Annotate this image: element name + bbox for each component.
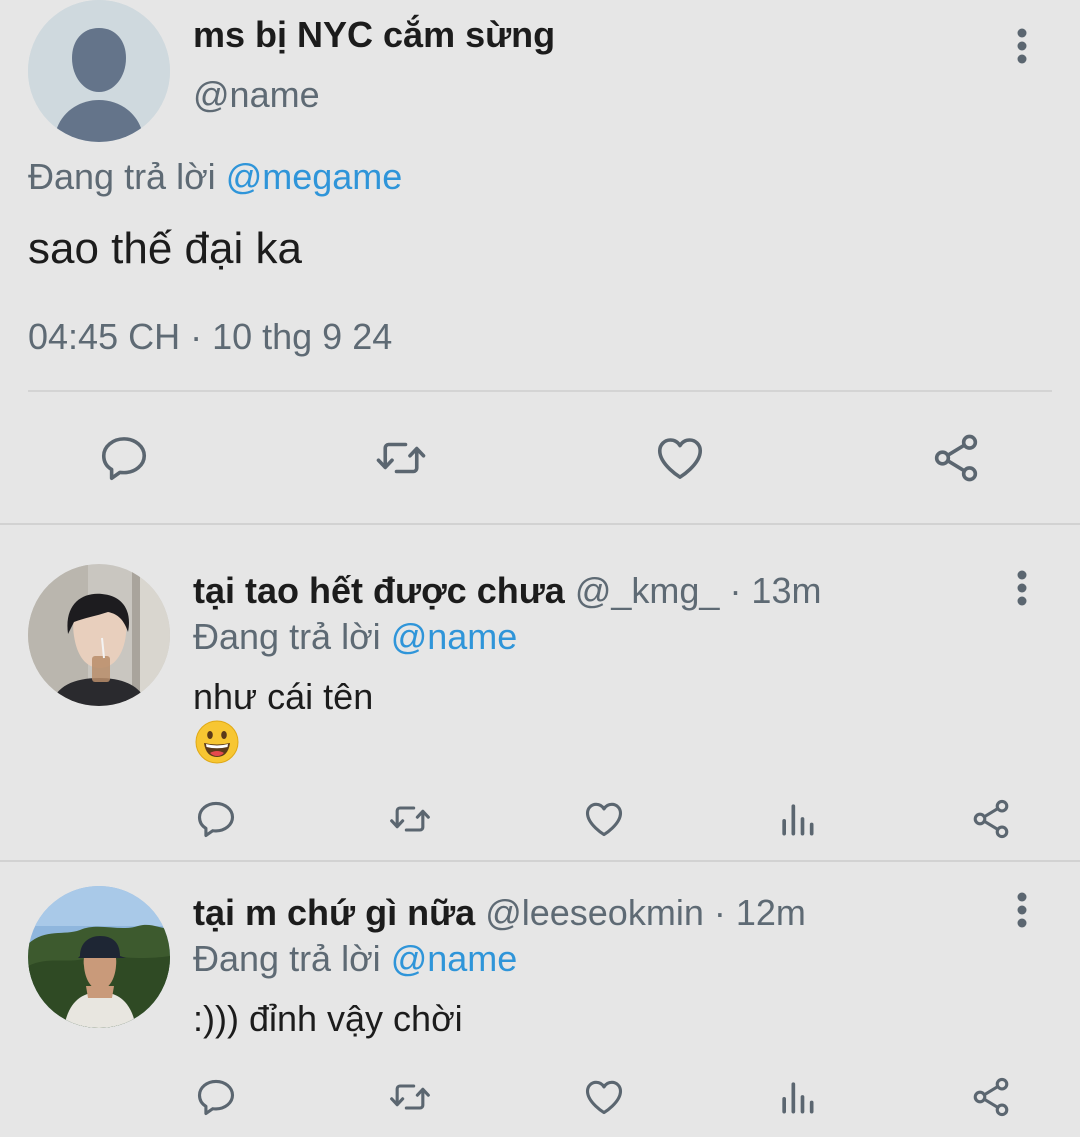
mention-link[interactable]: @name: [391, 938, 518, 979]
share-icon[interactable]: [968, 1074, 1014, 1120]
views-icon[interactable]: [774, 1074, 820, 1120]
mention-link[interactable]: @megame: [226, 156, 403, 197]
reply-header: tại tao hết được chưa @_kmg_ · 13m: [193, 570, 821, 612]
tweet-timestamp[interactable]: 04:45 CH · 10 thg 9 24: [28, 316, 392, 358]
replying-to-line: Đang trả lời @name: [193, 938, 517, 980]
reply-icon[interactable]: [193, 1074, 239, 1120]
share-icon[interactable]: [928, 430, 984, 486]
replying-to-label: Đang trả lời: [28, 156, 226, 197]
reply-text: :))) đỉnh vậy chời: [193, 998, 463, 1039]
heart-icon[interactable]: [581, 1074, 627, 1120]
replying-to-line: Đang trả lời @megame: [28, 156, 402, 198]
share-icon[interactable]: [968, 796, 1014, 842]
divider: [0, 523, 1080, 525]
author-handle[interactable]: @_kmg_: [575, 570, 720, 611]
views-icon[interactable]: [774, 796, 820, 842]
reply-time[interactable]: · 12m: [714, 892, 806, 933]
grinning-face-emoji-icon: [195, 720, 239, 764]
more-options-icon[interactable]: [1004, 564, 1040, 612]
heart-icon[interactable]: [581, 796, 627, 842]
author-name[interactable]: tại m chứ gì nữa: [193, 892, 475, 933]
author-name[interactable]: ms bị NYC cắm sừng: [193, 14, 555, 56]
reply-icon[interactable]: [96, 430, 152, 486]
heart-icon[interactable]: [652, 430, 708, 486]
reply-text: như cái tên: [193, 676, 374, 717]
retweet-icon[interactable]: [386, 796, 434, 842]
divider: [28, 390, 1052, 392]
author-handle[interactable]: @name: [193, 74, 320, 116]
tweet-text: sao thế đại ka: [28, 224, 302, 273]
replying-to-label: Đang trả lời: [193, 938, 391, 979]
reply-icon[interactable]: [193, 796, 239, 842]
author-name[interactable]: tại tao hết được chưa: [193, 570, 565, 611]
more-options-icon[interactable]: [1004, 886, 1040, 934]
reply-header: tại m chứ gì nữa @leeseokmin · 12m: [193, 892, 806, 934]
author-handle[interactable]: @leeseokmin: [485, 892, 704, 933]
reply-tweet[interactable]: tại tao hết được chưa @_kmg_ · 13m Đang …: [0, 526, 1080, 860]
reply-time[interactable]: · 13m: [729, 570, 821, 611]
avatar[interactable]: [28, 564, 170, 706]
more-options-icon[interactable]: [1004, 22, 1040, 70]
replying-to-label: Đang trả lời: [193, 616, 391, 657]
default-avatar-icon[interactable]: [28, 0, 170, 142]
reply-tweet[interactable]: tại m chứ gì nữa @leeseokmin · 12m Đang …: [0, 862, 1080, 1137]
retweet-icon[interactable]: [386, 1074, 434, 1120]
replying-to-line: Đang trả lời @name: [193, 616, 517, 658]
avatar[interactable]: [28, 886, 170, 1028]
retweet-icon[interactable]: [372, 430, 430, 486]
main-tweet: ms bị NYC cắm sừng @name Đang trả lời @m…: [0, 0, 1080, 524]
mention-link[interactable]: @name: [391, 616, 518, 657]
